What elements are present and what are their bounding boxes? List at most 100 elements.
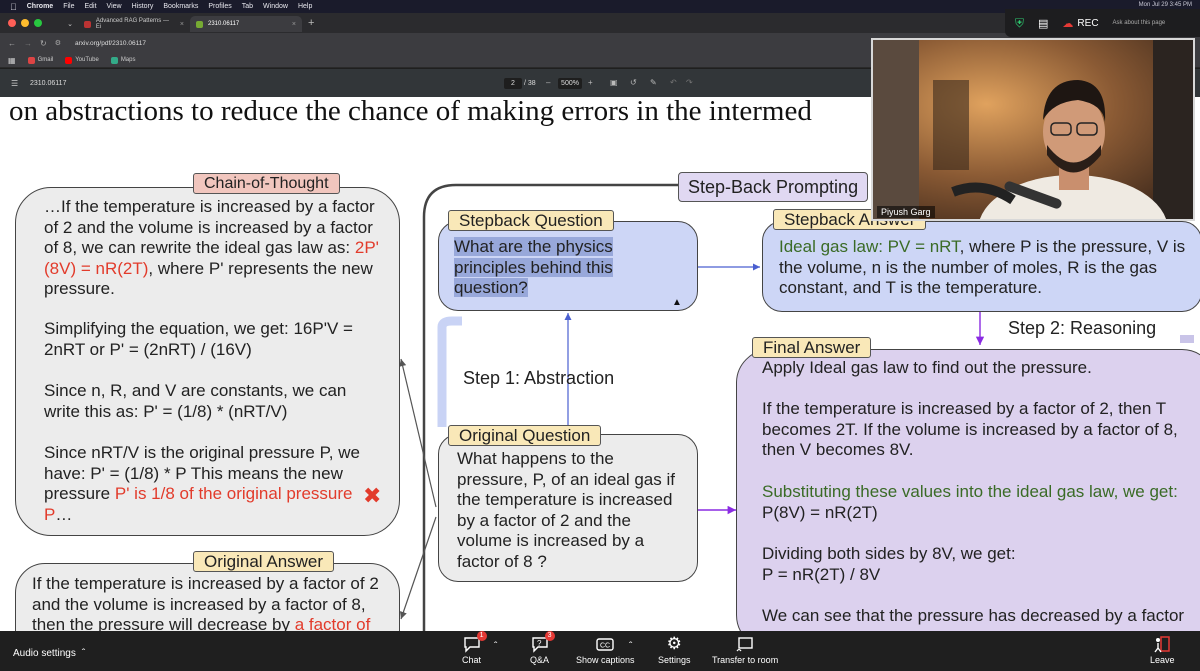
- qa-badge: 3: [544, 631, 555, 641]
- original-answer-label: Original Answer: [193, 551, 335, 572]
- page-number-input[interactable]: 2: [504, 78, 522, 89]
- apple-icon[interactable]: : [10, 2, 17, 12]
- close-tab-icon[interactable]: ×: [180, 21, 184, 28]
- step2-label: Step 2: Reasoning: [1008, 318, 1157, 338]
- mouse-cursor-icon: ▲: [672, 297, 682, 308]
- audio-settings[interactable]: Audio settings ˆ: [13, 648, 85, 659]
- menu-view[interactable]: View: [107, 3, 122, 10]
- leave-button[interactable]: Leave: [1150, 635, 1175, 665]
- original-answer-text: If the temperature is increased by a fac…: [32, 574, 379, 631]
- minimize-window-icon[interactable]: [21, 19, 29, 27]
- cot-paragraph-4: Since nRT/V is the original pressure P, …: [44, 443, 360, 524]
- final-answer-p1: Apply Ideal gas law to find out the pres…: [762, 358, 1092, 377]
- pdf-menu-icon[interactable]: ☰: [11, 79, 18, 88]
- forward-icon[interactable]: →: [24, 39, 32, 48]
- cot-paragraph-2: Simplifying the equation, we get: 16P'V …: [44, 319, 353, 359]
- final-answer-p3b: P(8V) = nR(2T): [762, 503, 878, 522]
- cot-label: Chain-of-Thought: [193, 173, 340, 194]
- app-menu[interactable]: Chrome: [27, 3, 53, 10]
- transfer-button[interactable]: Transfer to room: [712, 635, 778, 665]
- bookmark-gmail[interactable]: Gmail: [27, 56, 53, 64]
- maps-icon: [110, 56, 118, 64]
- menu-bookmarks[interactable]: Bookmarks: [163, 3, 198, 10]
- reload-icon[interactable]: ↻: [40, 39, 47, 48]
- svg-text:?: ?: [537, 639, 542, 648]
- menu-file[interactable]: File: [63, 3, 74, 10]
- cast-icon: [736, 635, 754, 653]
- bookmark-youtube[interactable]: YouTube: [65, 56, 99, 64]
- webcam-feed: [873, 40, 1193, 219]
- chat-badge: 1: [476, 631, 487, 641]
- chat-icon: 1: [463, 631, 487, 653]
- cot-paragraph-3: Since n, R, and V are constants, we can …: [44, 381, 347, 421]
- qa-button[interactable]: ? 3 Q&A: [530, 631, 555, 665]
- stepback-title: Step-Back Prompting: [678, 172, 869, 202]
- ask-about-page[interactable]: Ask about this page: [1113, 20, 1166, 26]
- back-icon[interactable]: ←: [8, 39, 16, 48]
- settings-button[interactable]: ⚙ Settings: [658, 635, 691, 666]
- new-tab-icon[interactable]: +: [308, 17, 314, 29]
- wrong-cross-icon: ✖: [363, 483, 382, 508]
- cloud-record-icon: ☁: [1062, 17, 1074, 30]
- participant-name: Piyush Garg: [877, 206, 935, 218]
- tab-advanced-rag[interactable]: Advanced RAG Patterns — Ei ×: [78, 16, 190, 32]
- tab-arxiv[interactable]: 2310.06117 ×: [190, 16, 302, 32]
- close-window-icon[interactable]: [8, 19, 16, 27]
- menu-profiles[interactable]: Profiles: [208, 3, 231, 10]
- page-total: / 38: [524, 80, 536, 87]
- apps-grid-icon[interactable]: ▦: [8, 56, 16, 65]
- pdf-favicon-icon: [196, 20, 203, 28]
- meeting-top-bar: ⛨ ▤ ☁ REC Ask about this page: [1005, 9, 1200, 37]
- menu-history[interactable]: History: [132, 3, 154, 10]
- gmail-icon: [27, 56, 35, 64]
- chevron-up-icon: ˆ: [81, 648, 86, 659]
- zoom-level[interactable]: 500%: [558, 78, 582, 89]
- rotate-icon[interactable]: ↺: [630, 78, 637, 87]
- youtube-favicon-icon: [84, 20, 91, 28]
- stepback-question-label: Stepback Question: [448, 210, 614, 231]
- final-answer-p4a: Dividing both sides by 8V, we get:: [762, 544, 1016, 563]
- stepback-question-text: What are the physics principles behind t…: [454, 237, 613, 297]
- captions-button[interactable]: CC Show captions: [576, 635, 635, 665]
- tab-search-icon[interactable]: ⌄: [62, 16, 78, 32]
- final-answer-p3: Substituting these values into the ideal…: [762, 482, 1178, 501]
- window-controls: [0, 19, 62, 27]
- final-answer-p5: We can see that the pressure has decreas…: [762, 606, 1185, 625]
- recording-indicator[interactable]: ☁ REC: [1062, 17, 1098, 30]
- menu-tab[interactable]: Tab: [242, 3, 253, 10]
- site-info-icon[interactable]: ⚙: [55, 39, 61, 47]
- annotate-icon[interactable]: ✎: [650, 78, 657, 87]
- redo-icon[interactable]: ↷: [686, 78, 693, 87]
- leave-icon: [1153, 635, 1171, 653]
- stepback-answer-text: Ideal gas law: PV = nRT, where P is the …: [779, 237, 1186, 297]
- step1-label: Step 1: Abstraction: [463, 368, 615, 388]
- final-answer-label: Final Answer: [752, 337, 872, 358]
- chat-button[interactable]: 1 Chat: [462, 631, 487, 665]
- svg-text:CC: CC: [600, 643, 610, 650]
- youtube-icon: [65, 56, 73, 64]
- pdf-filename: 2310.06117: [30, 80, 67, 87]
- maximize-window-icon[interactable]: [34, 19, 42, 27]
- chevron-up-icon[interactable]: ˆ: [629, 641, 632, 652]
- close-tab-icon[interactable]: ×: [292, 21, 296, 28]
- menu-help[interactable]: Help: [298, 3, 312, 10]
- fit-page-icon[interactable]: ▣: [610, 78, 618, 87]
- menu-window[interactable]: Window: [263, 3, 288, 10]
- to-cot-arrow: [399, 358, 437, 508]
- step1-hook-arrow: [437, 316, 462, 427]
- menu-edit[interactable]: Edit: [84, 3, 96, 10]
- address-bar[interactable]: arxiv.org/pdf/2310.06117: [75, 40, 146, 47]
- final-answer-p4b: P = nR(2T) / 8V: [762, 565, 881, 584]
- participant-video[interactable]: Piyush Garg: [871, 38, 1195, 221]
- meeting-controls: Audio settings ˆ 1 Chat ˆ ? 3 Q&A CC Show …: [0, 631, 1200, 671]
- chevron-up-icon[interactable]: ˆ: [494, 641, 497, 652]
- undo-icon[interactable]: ↶: [670, 78, 677, 87]
- bookmark-maps[interactable]: Maps: [110, 56, 135, 64]
- notes-icon[interactable]: ▤: [1038, 17, 1048, 30]
- shield-icon[interactable]: ⛨: [1015, 16, 1024, 31]
- qa-icon: ? 3: [531, 631, 555, 653]
- zoom-out-icon[interactable]: –: [546, 78, 550, 87]
- zoom-in-icon[interactable]: +: [588, 78, 593, 87]
- cot-paragraph-1: …If the temperature is increased by a fa…: [44, 197, 379, 298]
- original-question-text: What happens to the pressure, P, of an i…: [457, 449, 675, 571]
